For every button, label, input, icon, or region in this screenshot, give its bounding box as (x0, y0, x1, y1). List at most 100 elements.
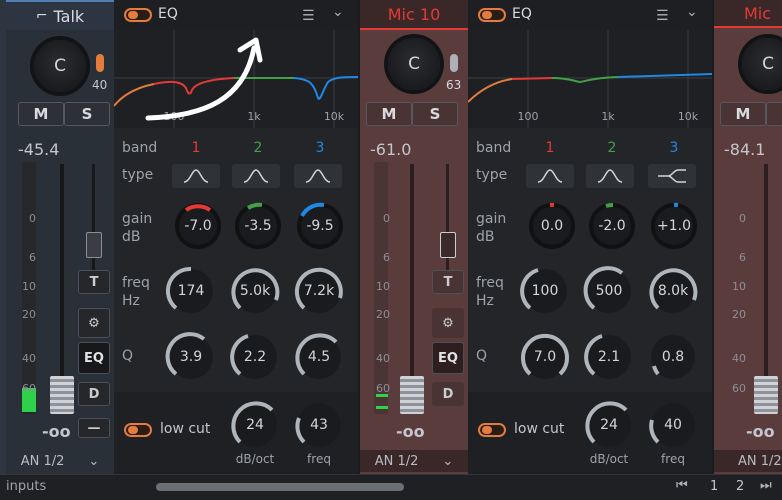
band-1-type-bell[interactable] (172, 164, 220, 188)
band-3-q-knob[interactable]: 0.8 (646, 330, 700, 384)
chevron-down-icon: ⌄ (442, 453, 454, 469)
mute-button[interactable]: M (720, 102, 766, 126)
eq-button[interactable]: EQ (432, 342, 464, 374)
band-2-gain-knob[interactable]: -3.5 (232, 200, 284, 252)
lowcut-toggle[interactable] (124, 423, 152, 437)
page-2[interactable]: 2 (736, 479, 744, 494)
meter-scale-label: 6 (739, 251, 746, 264)
band-1-gain-knob[interactable]: 0.0 (526, 200, 578, 252)
gear-icon: ⚙ (88, 315, 100, 331)
band-3-type-shelf[interactable] (648, 164, 696, 188)
channel-title[interactable]: Mic 10 (360, 0, 468, 30)
solo-button[interactable]: S (766, 102, 782, 126)
eq-button[interactable]: EQ (78, 342, 110, 374)
channel-title[interactable]: Mic (714, 0, 782, 28)
settings-button[interactable]: ⚙ (432, 308, 464, 338)
output-level: -oo (746, 422, 775, 441)
output-level: -oo (42, 422, 71, 441)
band-3-freq-knob[interactable]: 8.0k (646, 264, 700, 318)
solo-button[interactable]: S (412, 102, 458, 126)
trim-handle[interactable] (86, 232, 102, 258)
gain-label: gain dB (476, 211, 507, 245)
page-1[interactable]: 1 (710, 479, 718, 494)
channel-title[interactable]: ⌐ Talk (6, 0, 114, 30)
lowcut-slope-knob[interactable]: 24 (582, 398, 636, 452)
fader-handle[interactable] (50, 376, 74, 414)
band-3-gain-knob[interactable]: +1.0 (648, 200, 700, 252)
pan-knob[interactable]: C (742, 38, 782, 90)
band-3-gain-knob[interactable]: -9.5 (294, 200, 346, 252)
menu-icon[interactable]: ☰ (302, 8, 315, 24)
talkback-button[interactable]: T (78, 270, 110, 294)
band-2-type-bell[interactable] (586, 164, 634, 188)
routing-select[interactable]: AN 1/2 (714, 450, 782, 472)
horizontal-scrollbar[interactable] (156, 483, 404, 491)
band-label: band (476, 140, 512, 156)
lowcut-freq-knob[interactable]: 40 (646, 398, 700, 452)
band-1-freq-knob[interactable]: 174 (164, 264, 218, 318)
band-2-freq-knob[interactable]: 5.0k (228, 264, 282, 318)
pan-knob[interactable]: C (388, 38, 440, 90)
band-2-q-knob[interactable]: 2.1 (582, 330, 636, 384)
chevron-down-icon[interactable]: ⌄ (686, 4, 698, 20)
meter-scale-label: 20 (376, 308, 390, 321)
meter-scale-label: 6 (29, 251, 36, 264)
routing-select[interactable]: AN 1/2 ⌄ (6, 450, 114, 472)
meter-scale-label: 10 (22, 280, 36, 293)
routing-select[interactable]: AN 1/2 ⌄ (360, 450, 468, 472)
fader-handle[interactable] (754, 376, 778, 414)
band-number-1: 1 (545, 140, 555, 156)
dynamics-button[interactable]: D (78, 382, 110, 406)
eq-title: EQ (512, 6, 532, 22)
lowcut-slope-knob[interactable]: 24 (228, 398, 282, 452)
minus-button[interactable]: — (78, 418, 110, 438)
band-1-q-knob[interactable]: 3.9 (164, 330, 218, 384)
talkback-button[interactable]: T (432, 270, 464, 294)
band-1-type-bell[interactable] (526, 164, 574, 188)
band-1-gain-knob[interactable]: -7.0 (172, 200, 224, 252)
band-2-freq-knob[interactable]: 500 (582, 264, 636, 318)
band-3-freq-knob[interactable]: 7.2k (292, 264, 346, 318)
mic-icon[interactable] (96, 54, 104, 72)
trim-handle[interactable] (440, 232, 456, 258)
meter-scale-label: 40 (376, 352, 390, 365)
gear-icon: ⚙ (442, 315, 454, 331)
band-number-2: 2 (253, 140, 263, 156)
freq-tick: 1k (247, 110, 261, 123)
band-label: band (122, 140, 158, 156)
band-1-freq-knob[interactable]: 100 (518, 264, 572, 318)
eq-curve-graph[interactable]: 100 1k 10k (114, 30, 358, 128)
band-3-q-knob[interactable]: 4.5 (292, 330, 346, 384)
settings-button[interactable]: ⚙ (78, 308, 110, 338)
band-2-q-knob[interactable]: 2.2 (228, 330, 282, 384)
eq-enable-toggle[interactable] (124, 8, 152, 22)
mute-button[interactable]: M (366, 102, 412, 126)
solo-button[interactable]: S (64, 102, 110, 126)
last-page-icon[interactable]: ⏭ (760, 478, 772, 493)
fader-handle[interactable] (400, 376, 424, 414)
chevron-down-icon[interactable]: ⌄ (332, 4, 344, 20)
mute-button[interactable]: M (18, 102, 64, 126)
band-1-q-knob[interactable]: 7.0 (518, 330, 572, 384)
lowcut-freq-knob[interactable]: 43 (292, 398, 346, 452)
eq-curve-graph[interactable]: 100 1k 10k (468, 30, 712, 128)
menu-icon[interactable]: ☰ (656, 8, 669, 24)
gain-label: gain dB (122, 211, 153, 245)
fader-level: -45.4 (18, 140, 60, 159)
band-3-type-bell[interactable] (294, 164, 342, 188)
q-label: Q (476, 348, 488, 364)
channel-strip-talk: ⌐ Talk C 40 M S -45.4 T ⚙ EQ D — -oo AN … (6, 0, 114, 474)
meter-scale-label: 40 (732, 352, 746, 365)
eq-enable-toggle[interactable] (478, 8, 506, 22)
slope-label: dB/oct (589, 452, 629, 466)
freq-tick: 10k (678, 110, 699, 123)
freq-label: freq Hz (476, 275, 504, 309)
band-2-type-bell[interactable] (232, 164, 280, 188)
band-2-gain-knob[interactable]: -2.0 (586, 200, 638, 252)
first-page-icon[interactable]: ⏮ (676, 478, 688, 493)
mic-icon[interactable] (450, 54, 458, 72)
dynamics-button[interactable]: D (432, 382, 464, 406)
lowcut-toggle[interactable] (478, 423, 506, 437)
pan-knob[interactable]: C (34, 40, 86, 92)
channel-strip-mic-10: Mic 10 C 63 M S -61.0 T ⚙ EQ D -oo AN 1/… (360, 0, 468, 474)
